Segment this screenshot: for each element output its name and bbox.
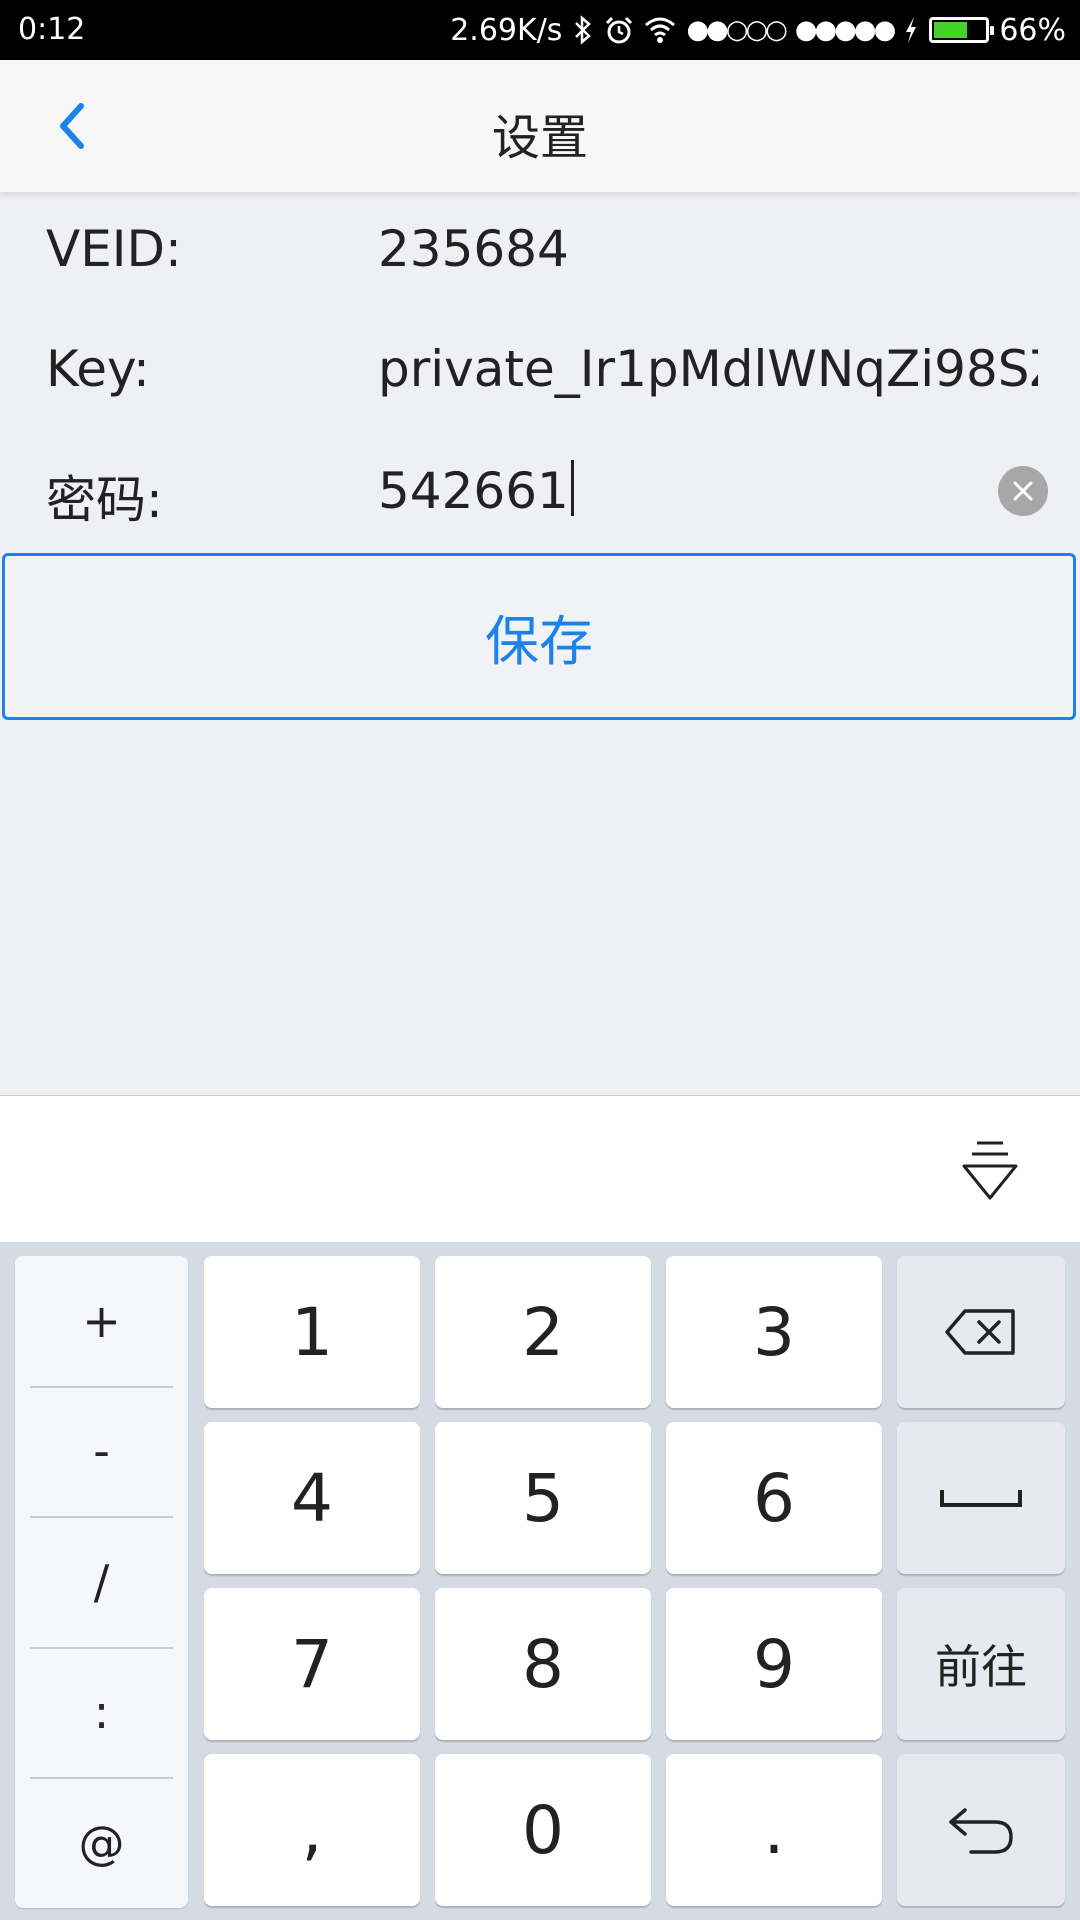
- go-key[interactable]: 前往: [897, 1588, 1065, 1740]
- save-button[interactable]: 保存: [2, 553, 1076, 720]
- key-5[interactable]: 5: [435, 1422, 651, 1574]
- page-title: 设置: [491, 110, 588, 166]
- alarm-icon: [604, 15, 634, 45]
- enter-key[interactable]: [897, 1754, 1065, 1906]
- key-0[interactable]: 0: [435, 1754, 651, 1906]
- bluetooth-icon: [572, 15, 594, 45]
- battery-icon: [929, 17, 995, 43]
- charging-icon: [903, 15, 919, 45]
- battery-percent: 66%: [999, 12, 1066, 48]
- status-time: 0:12: [18, 12, 86, 47]
- password-label: 密码:: [46, 471, 163, 529]
- symbol-key-plus[interactable]: +: [15, 1256, 188, 1386]
- comma-key[interactable]: ,: [204, 1754, 420, 1906]
- signal-strength-sim1-icon: ●●○○○: [686, 15, 787, 45]
- password-field[interactable]: 542661: [378, 460, 574, 520]
- veid-row: VEID: 235684: [0, 196, 1080, 306]
- space-key[interactable]: [897, 1422, 1065, 1574]
- signal-strength-sim2-icon: ●●●●●: [794, 15, 896, 45]
- key-9[interactable]: 9: [666, 1588, 882, 1740]
- space-icon: [940, 1490, 1022, 1507]
- password-value: 542661: [378, 462, 569, 520]
- key-row: Key: private_Ir1pMdlWNqZi98SZQ: [0, 316, 1080, 426]
- keyboard-toolbar: [0, 1095, 1080, 1243]
- network-speed: 2.69K/s: [450, 12, 563, 48]
- key-field[interactable]: private_Ir1pMdlWNqZi98SZQ: [378, 340, 1038, 398]
- key-3[interactable]: 3: [666, 1256, 882, 1408]
- title-bar: 设置: [0, 60, 1080, 192]
- password-row: 密码: 542661: [0, 436, 1080, 546]
- veid-field[interactable]: 235684: [378, 220, 569, 278]
- symbol-key-minus[interactable]: -: [15, 1386, 188, 1516]
- veid-label: VEID:: [46, 220, 182, 278]
- key-2[interactable]: 2: [435, 1256, 651, 1408]
- symbol-key-slash[interactable]: /: [15, 1517, 188, 1647]
- status-bar: 0:12 2.69K/s ●●○○○ ●●●●● 66%: [0, 0, 1080, 60]
- text-cursor: [570, 460, 574, 516]
- key-8[interactable]: 8: [435, 1588, 651, 1740]
- key-6[interactable]: 6: [666, 1422, 882, 1574]
- close-icon: [1013, 481, 1033, 501]
- backspace-icon: [945, 1309, 1015, 1355]
- hide-keyboard-button[interactable]: [955, 1136, 1025, 1206]
- symbol-key-colon[interactable]: :: [15, 1647, 188, 1777]
- symbol-key-at[interactable]: @: [15, 1778, 188, 1908]
- key-4[interactable]: 4: [204, 1422, 420, 1574]
- key-7[interactable]: 7: [204, 1588, 420, 1740]
- hide-keyboard-icon: [962, 1141, 1018, 1200]
- clear-input-button[interactable]: [998, 466, 1048, 516]
- key-1[interactable]: 1: [204, 1256, 420, 1408]
- wifi-icon: [644, 16, 676, 44]
- dot-key[interactable]: .: [666, 1754, 882, 1906]
- status-icons: 2.69K/s ●●○○○ ●●●●● 66%: [450, 8, 1066, 52]
- numeric-keyboard: + - / : @ 1 2 3 4 5 6 7 8 9 前往 , 0 .: [0, 1242, 1080, 1920]
- return-icon: [949, 1808, 1013, 1854]
- symbol-column: + - / : @: [15, 1256, 188, 1908]
- key-label: Key:: [46, 340, 150, 398]
- backspace-key[interactable]: [897, 1256, 1065, 1408]
- battery-level-fill: [934, 22, 968, 38]
